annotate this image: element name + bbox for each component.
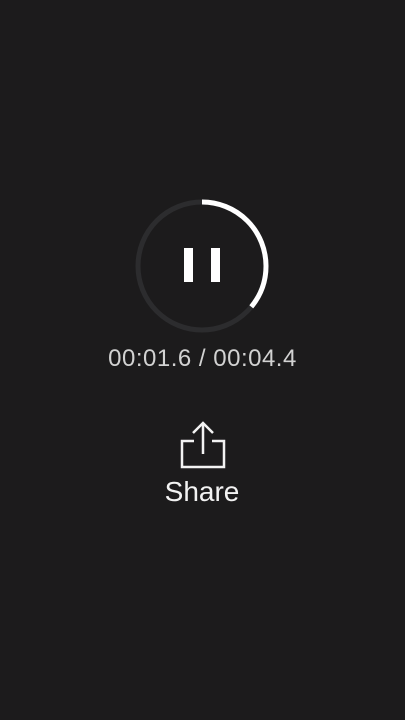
- share-button[interactable]: Share: [142, 418, 262, 514]
- recording-playback-screen: 00:01.6 / 00:04.4 Share: [0, 0, 405, 720]
- share-label: Share: [164, 476, 240, 507]
- pause-icon: [184, 248, 220, 282]
- share-icon: [180, 421, 226, 469]
- time-separator: /: [191, 345, 214, 372]
- time-readout: 00:01.6 / 00:04.4: [0, 345, 405, 373]
- elapsed-time: 00:01.6: [108, 345, 192, 372]
- total-time: 00:04.4: [213, 345, 297, 372]
- play-pause-button[interactable]: [133, 197, 271, 335]
- progress-ring: [135, 199, 269, 333]
